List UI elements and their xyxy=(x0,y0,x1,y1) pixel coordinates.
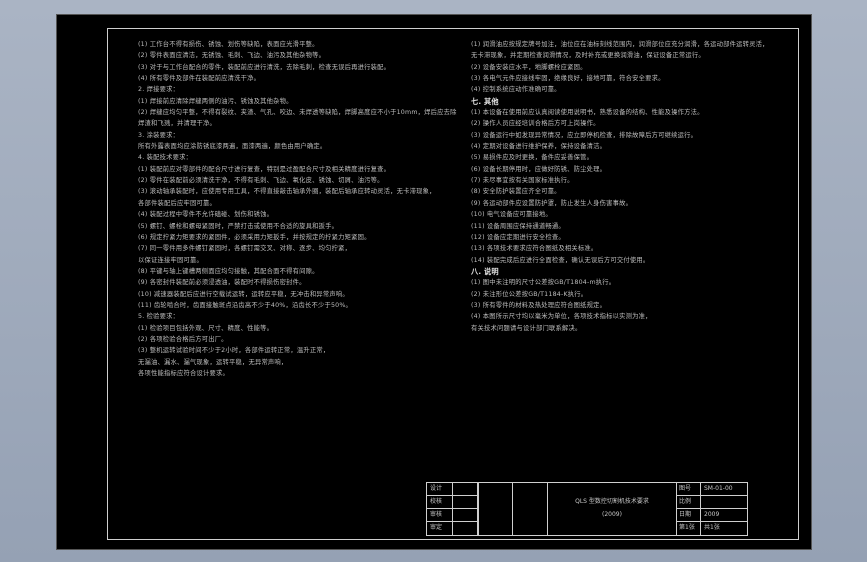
note-line: (4) 所有零件及部件在装配前应清洗干净。 xyxy=(138,75,261,83)
title-block-cell xyxy=(453,483,478,496)
note-line: 3. 涂装要求： xyxy=(138,131,180,139)
title-block-row: 第1张 共1张 xyxy=(677,522,747,535)
note-line: (1) 装配前应对零部件的配合尺寸进行复查，特别是过盈配合尺寸及相关精度进行复查… xyxy=(138,165,391,173)
note-line: (8) 安全防护装置应齐全可靠。 xyxy=(471,188,561,196)
note-line: (4) 本图所示尺寸均以毫米为单位，各项技术指标以实测为准， xyxy=(471,313,652,321)
note-line: (3) 各电气元件应接线牢固，绝缘良好，接地可靠，符合安全要求。 xyxy=(471,75,665,83)
drawing-title-line1: QLS 型数控切割机技术要求 xyxy=(575,498,649,505)
title-block-cell: 审核 xyxy=(427,509,453,522)
note-line: (2) 各项检验合格后方可出厂。 xyxy=(138,335,228,343)
note-line: (5) 易损件应及时更换，备件应妥善保管。 xyxy=(471,154,594,162)
technical-notes-left: (1) 工作台不得有损伤、锈蚀、划伤等缺陷，表面应光滑平整。 (2) 零件表面应清… xyxy=(138,39,458,379)
note-line: (12) 设备应定期进行安全检查。 xyxy=(471,233,565,241)
title-block-label: 图号 xyxy=(677,483,701,496)
note-line: 焊渣和飞溅，并清理干净。 xyxy=(138,120,216,128)
note-line: (1) 本设备在使用前应认真阅读使用说明书，熟悉设备的结构、性能及操作方法。 xyxy=(471,109,704,117)
note-line: (3) 设备运行中如发现异常情况，应立即停机检查，排除故障后方可继续运行。 xyxy=(471,131,698,139)
title-block-row: 设计 xyxy=(427,483,478,496)
note-line: 有关技术问题请与设计部门联系解决。 xyxy=(471,324,582,332)
note-line: 以保证连接牢固可靠。 xyxy=(138,256,203,264)
note-line: 2. 焊接要求： xyxy=(138,86,180,94)
title-block-label: 日期 xyxy=(677,509,701,522)
title-block-row: 图号 SM-01-00 xyxy=(677,483,747,496)
note-line: (4) 控制系统应动作准确可靠。 xyxy=(471,86,561,94)
note-line: (2) 未注形位公差按GB/T1184-K执行。 xyxy=(471,290,588,298)
note-line: (14) 装配完成后应进行全面检查，确认无误后方可交付使用。 xyxy=(471,256,650,264)
title-block-value: 共1张 xyxy=(704,524,720,531)
note-line: 无漏油、漏水、漏气现象，运转平稳，无异常声响， xyxy=(138,358,288,366)
drawing-sheet: (1) 工作台不得有损伤、锈蚀、划伤等缺陷，表面应光滑平整。 (2) 零件表面应清… xyxy=(56,14,812,550)
note-line: (1) 检验项目包括外观、尺寸、精度、性能等。 xyxy=(138,324,274,332)
title-block-label: 第1张 xyxy=(677,522,701,535)
note-line: 八. 说明 xyxy=(471,266,499,276)
note-line: (10) 电气设备应可靠接地。 xyxy=(471,211,552,219)
drawing-frame: (1) 工作台不得有损伤、锈蚀、划伤等缺陷，表面应光滑平整。 (2) 零件表面应清… xyxy=(107,28,799,540)
title-block-divider xyxy=(478,483,479,535)
title-block-divider xyxy=(512,483,513,535)
note-line: 七. 其他 xyxy=(471,96,499,106)
note-line: (9) 各密封件装配前必须浸透油，装配时不得损伤密封件。 xyxy=(138,279,306,287)
note-line: 各项性能指标应符合设计要求。 xyxy=(138,369,229,377)
title-block-row: 日期 2009 xyxy=(677,509,747,522)
title-block-value xyxy=(701,496,750,509)
note-line: (11) 齿轮啮合时，齿面接触斑点沿齿高不少于40%，沿齿长不少于50%。 xyxy=(138,301,353,309)
note-line: (4) 装配过程中零件不允许磕碰、划伤和锈蚀。 xyxy=(138,211,274,219)
title-block-value: 2009 xyxy=(704,511,720,518)
note-line: (6) 规定拧紧力矩要求的紧固件，必须采用力矩扳手，并按规定的拧紧力矩紧固。 xyxy=(138,233,371,241)
note-line: 无卡滞现象，并定期检查润滑情况，及时补充或更换润滑油，保证设备正常运行。 xyxy=(471,52,705,60)
note-line: (2) 操作人员应经培训合格后方可上岗操作。 xyxy=(471,120,600,128)
note-line: (6) 设备长期停用时，应做好防锈、防尘处理。 xyxy=(471,165,607,173)
note-line: (13) 各项技术要求应符合图纸及相关标准。 xyxy=(471,245,598,253)
title-block-cell: 校核 xyxy=(427,496,453,509)
note-line: (3) 整机运转试验时间不少于2小时，各部件运转正常，温升正常， xyxy=(138,347,330,355)
title-block-row: 审核 xyxy=(427,509,478,522)
note-line: 各部件装配后应牢固可靠。 xyxy=(138,199,216,207)
title-block: 设计 校核 审核 审定 QLS 型数控切割机技术要求 (2009) 图号 SM-… xyxy=(426,482,748,536)
note-line: (2) 焊缝应均匀平整，不得有裂纹、夹渣、气孔、咬边、未焊透等缺陷，焊脚高度应不… xyxy=(138,109,457,117)
note-line: (1) 图中未注明的尺寸公差按GB/T1804-m执行。 xyxy=(471,279,616,287)
note-line: (1) 润滑油应按规定牌号加注，油位应在油标刻线范围内，润滑部位应充分润滑，各运… xyxy=(471,41,769,48)
note-line: (1) 焊接前应清除焊缝两侧的油污、锈蚀及其他杂物。 xyxy=(138,97,293,105)
drawing-title-line2: (2009) xyxy=(602,511,622,518)
note-line: (10) 减速器装配后应进行空载试运转，运转应平稳，无冲击和异常声响。 xyxy=(138,290,349,298)
note-line: (9) 各运动部件应设置防护罩，防止发生人身伤害事故。 xyxy=(471,199,633,207)
drawing-title: QLS 型数控切割机技术要求 (2009) xyxy=(547,483,677,535)
note-line: (5) 螺钉、螺栓和螺母紧固时，严禁打击或使用不合适的旋具和扳手。 xyxy=(138,222,339,230)
title-block-row: 审定 xyxy=(427,522,478,535)
note-line: (2) 设备安装应水平，地脚螺栓应紧固。 xyxy=(471,63,587,71)
technical-notes-right: (1) 润滑油应按规定牌号加注，油位应在油标刻线范围内，润滑部位应充分润滑，各运… xyxy=(471,39,783,334)
title-block-label: 比例 xyxy=(677,496,701,509)
note-line: (3) 滚动轴承装配时，应使用专用工具，不得直接敲击轴承外圈，装配后轴承应转动灵… xyxy=(138,188,436,196)
title-block-row: 校核 xyxy=(427,496,478,509)
title-block-cell: 审定 xyxy=(427,522,453,535)
note-line: (2) 零件表面应清洁，无锈蚀、毛刺、飞边、油污及其他杂物等。 xyxy=(138,52,326,60)
note-line: (2) 零件在装配前必须清洗干净，不得有毛刺、飞边、氧化皮、锈蚀、切屑、油污等。 xyxy=(138,177,384,185)
note-line: 所有外露表面均应涂防锈底漆两遍，面漆两遍，颜色由用户确定。 xyxy=(138,143,327,151)
title-block-cell xyxy=(453,496,478,509)
note-line: 5. 检验要求： xyxy=(138,313,180,321)
title-block-cell: 设计 xyxy=(427,483,453,496)
title-block-row: 比例 xyxy=(677,496,747,509)
title-block-cell xyxy=(453,509,478,522)
note-line: (4) 定期对设备进行维护保养，保持设备清洁。 xyxy=(471,143,607,151)
note-line: (8) 平键与轴上键槽两侧面应均匀接触，其配合面不得有间隙。 xyxy=(138,267,319,275)
note-line: 4. 装配技术要求： xyxy=(138,154,193,162)
title-block-cell xyxy=(453,522,478,535)
note-line: (1) 工作台不得有损伤、锈蚀、划伤等缺陷，表面应光滑平整。 xyxy=(138,41,319,48)
title-block-value: SM-01-00 xyxy=(704,485,733,492)
note-line: (7) 未尽事宜按有关国家标准执行。 xyxy=(471,177,574,185)
note-line: (7) 同一零件用多件螺钉紧固时，各螺钉需交叉、对称、逐步、均匀拧紧， xyxy=(138,245,352,253)
note-line: (11) 设备周围应保持通道畅通。 xyxy=(471,222,565,230)
note-line: (3) 所有零件的材料及热处理应符合图纸规定。 xyxy=(471,301,607,309)
note-line: (3) 对于与工作台配合的零件，装配前应进行清洗，去除毛刺，检查无误后再进行装配… xyxy=(138,63,391,71)
